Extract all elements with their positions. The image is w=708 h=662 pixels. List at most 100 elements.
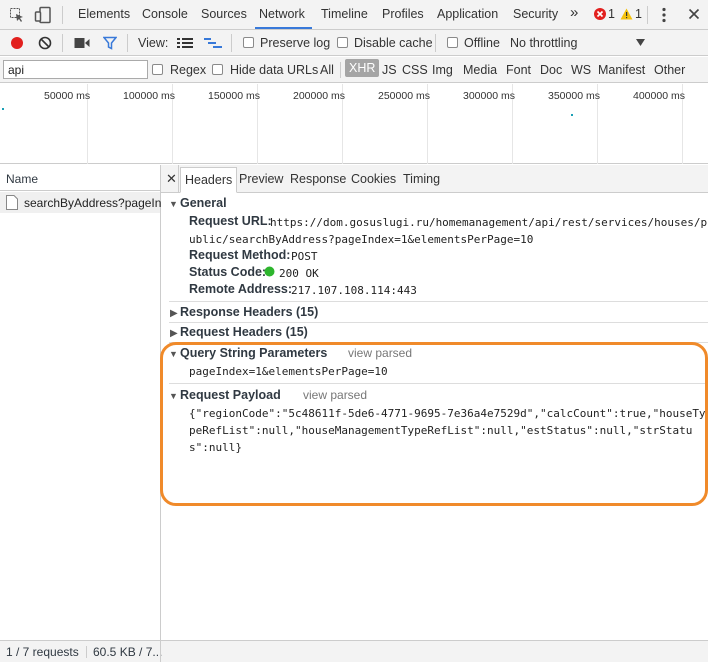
status-bar: 1 / 7 requests 60.5 KB / 7...: [0, 640, 708, 662]
record-icon[interactable]: [10, 36, 24, 50]
tick-label: 250000 ms: [378, 90, 430, 102]
response-headers-section-title[interactable]: Response Headers (15): [180, 305, 318, 319]
expand-triangle-right-icon[interactable]: ▶: [170, 308, 178, 319]
request-headers-section-title[interactable]: Request Headers (15): [180, 325, 308, 339]
divider: [86, 646, 87, 658]
tick-label: 300000 ms: [463, 90, 515, 102]
tab-timing[interactable]: Timing: [403, 172, 440, 186]
timeline-overview[interactable]: 50000 ms 100000 ms 150000 ms 200000 ms 2…: [0, 84, 708, 164]
general-section-title[interactable]: General: [180, 196, 227, 210]
close-details-icon[interactable]: ✕: [166, 171, 177, 187]
tab-network[interactable]: Network: [259, 7, 305, 21]
filter-type-js[interactable]: JS: [382, 63, 397, 77]
divider: [231, 34, 232, 52]
filter-type-manifest[interactable]: Manifest: [598, 63, 645, 77]
request-row[interactable]: searchByAddress?pageInd...: [0, 192, 178, 213]
expand-triangle-down-icon[interactable]: ▼: [169, 199, 178, 209]
filter-type-xhr[interactable]: XHR: [345, 59, 380, 77]
filter-icon[interactable]: [103, 36, 117, 50]
divider: [647, 6, 648, 24]
filter-type-all[interactable]: All: [320, 63, 334, 77]
tick-label: 50000 ms: [44, 90, 91, 102]
request-payload-line: s":null}: [189, 441, 242, 454]
waterfall-icon[interactable]: [204, 37, 222, 49]
status-ok-icon: [264, 266, 275, 277]
section-divider: [169, 342, 708, 343]
regex-checkbox[interactable]: [152, 64, 163, 75]
tab-sources[interactable]: Sources: [201, 7, 247, 21]
name-column-label: Name: [6, 172, 39, 186]
tab-security[interactable]: Security: [513, 7, 558, 21]
more-tabs-icon[interactable]: »: [570, 4, 578, 21]
filter-bar: Regex Hide data URLs All XHR JS CSS Img …: [0, 57, 708, 83]
request-count: 1 / 7 requests: [6, 645, 79, 659]
error-icon: [594, 8, 606, 20]
request-url-label: Request URL:: [189, 214, 272, 228]
request-method-label: Request Method:: [189, 248, 291, 262]
preserve-log-checkbox[interactable]: [243, 37, 254, 48]
filter-type-ws[interactable]: WS: [571, 63, 591, 77]
offline-checkbox[interactable]: [447, 37, 458, 48]
divider: [178, 165, 179, 193]
divider: [160, 641, 161, 662]
payload-view-parsed-link[interactable]: view parsed: [303, 388, 367, 402]
divider: [62, 6, 63, 24]
name-column-header[interactable]: Name: [0, 165, 160, 191]
tab-console[interactable]: Console: [142, 7, 188, 21]
expand-triangle-right-icon[interactable]: ▶: [170, 328, 178, 339]
query-string-value: pageIndex=1&elementsPerPage=10: [189, 365, 388, 378]
device-toolbar-icon[interactable]: [34, 6, 52, 24]
document-icon: [6, 195, 18, 210]
regex-label[interactable]: Regex: [170, 63, 206, 77]
request-details-panel: ✕ Headers Preview Response Cookies Timin…: [161, 165, 708, 662]
offline-label[interactable]: Offline: [464, 36, 500, 50]
filter-type-font[interactable]: Font: [506, 63, 531, 77]
tick-label: 150000 ms: [208, 90, 260, 102]
section-divider: [169, 322, 708, 323]
section-divider: [169, 301, 708, 302]
filter-input[interactable]: [3, 60, 148, 79]
filter-type-img[interactable]: Img: [432, 63, 453, 77]
request-payload-line: peRefList":null,"houseManagementTypeRefL…: [189, 424, 693, 437]
hide-data-urls-checkbox[interactable]: [212, 64, 223, 75]
tab-response[interactable]: Response: [290, 172, 346, 186]
disable-cache-label[interactable]: Disable cache: [354, 36, 433, 50]
remote-address-label: Remote Address:: [189, 282, 293, 296]
tab-profiles[interactable]: Profiles: [382, 7, 424, 21]
error-count[interactable]: 1: [608, 7, 615, 21]
request-payload-line: {"regionCode":"5c48611f-5de6-4771-9695-7…: [189, 407, 706, 420]
request-method-value: POST: [291, 250, 318, 263]
filter-type-other[interactable]: Other: [654, 63, 685, 77]
preserve-log-label[interactable]: Preserve log: [260, 36, 330, 50]
tab-preview[interactable]: Preview: [239, 172, 283, 186]
more-options-icon[interactable]: [662, 7, 666, 23]
divider: [340, 62, 341, 78]
chevron-down-icon[interactable]: [636, 39, 645, 46]
request-payload-section-title[interactable]: Request Payload: [180, 388, 281, 402]
query-view-parsed-link[interactable]: view parsed: [348, 346, 412, 360]
throttling-select[interactable]: No throttling: [510, 36, 577, 50]
warning-count[interactable]: 1: [635, 7, 642, 21]
request-name[interactable]: searchByAddress?pageInd...: [24, 196, 178, 210]
expand-triangle-down-icon[interactable]: ▼: [169, 349, 178, 359]
clear-icon[interactable]: [38, 36, 52, 50]
inspect-element-icon[interactable]: [9, 7, 25, 23]
tab-cookies[interactable]: Cookies: [351, 172, 396, 186]
hide-data-urls-label[interactable]: Hide data URLs: [230, 63, 318, 77]
tick-label: 200000 ms: [293, 90, 345, 102]
filter-type-media[interactable]: Media: [463, 63, 497, 77]
tab-elements[interactable]: Elements: [78, 7, 130, 21]
status-code-value: 200 OK: [279, 267, 319, 280]
filter-type-doc[interactable]: Doc: [540, 63, 562, 77]
large-rows-icon[interactable]: [177, 37, 193, 49]
expand-triangle-down-icon[interactable]: ▼: [169, 391, 178, 401]
query-string-section-title[interactable]: Query String Parameters: [180, 346, 327, 360]
disable-cache-checkbox[interactable]: [337, 37, 348, 48]
tick-label: 350000 ms: [548, 90, 600, 102]
close-devtools-icon[interactable]: [688, 8, 700, 20]
filter-type-css[interactable]: CSS: [402, 63, 428, 77]
tab-application[interactable]: Application: [437, 7, 498, 21]
tab-timeline[interactable]: Timeline: [321, 7, 368, 21]
capture-screenshots-icon[interactable]: [74, 37, 90, 49]
tab-headers[interactable]: Headers: [180, 167, 238, 193]
